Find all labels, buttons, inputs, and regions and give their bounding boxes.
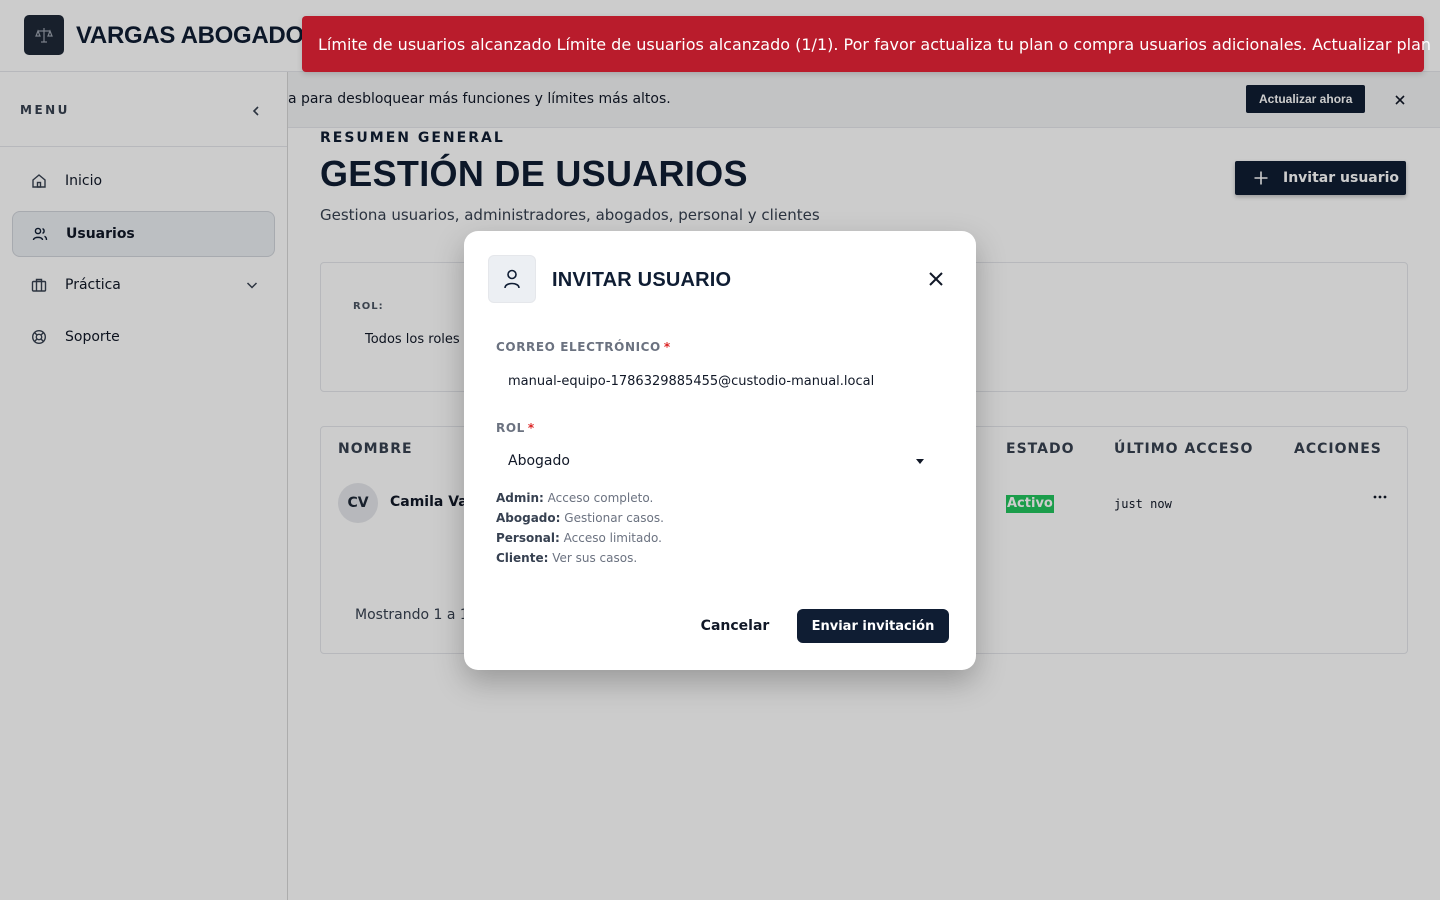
role-help-role: Personal: bbox=[496, 531, 560, 545]
email-field[interactable] bbox=[496, 367, 944, 395]
role-help-item: Personal: Acceso limitado. bbox=[496, 528, 664, 548]
cancel-button[interactable]: Cancelar bbox=[696, 609, 774, 643]
email-label-text: CORREO ELECTRÓNICO bbox=[496, 340, 661, 354]
role-help-desc: Ver sus casos. bbox=[552, 551, 638, 565]
role-select-value: Abogado bbox=[508, 453, 570, 469]
role-help-desc: Acceso completo. bbox=[547, 491, 654, 505]
role-select[interactable]: Abogado bbox=[496, 447, 944, 475]
close-icon[interactable] bbox=[924, 267, 948, 291]
email-label: CORREO ELECTRÓNICO * bbox=[496, 340, 671, 354]
caret-down-icon bbox=[916, 459, 924, 464]
role-help-item: Cliente: Ver sus casos. bbox=[496, 548, 664, 568]
role-label-text: ROL bbox=[496, 421, 525, 435]
role-help-item: Abogado: Gestionar casos. bbox=[496, 508, 664, 528]
role-help-role: Admin: bbox=[496, 491, 544, 505]
error-banner[interactable]: Límite de usuarios alcanzado Límite de u… bbox=[302, 16, 1431, 72]
user-icon bbox=[488, 255, 536, 303]
required-mark: * bbox=[527, 421, 535, 435]
role-help-item: Admin: Acceso completo. bbox=[496, 488, 664, 508]
send-invitation-button[interactable]: Enviar invitación bbox=[797, 609, 949, 643]
required-mark: * bbox=[663, 340, 671, 354]
role-label: ROL * bbox=[496, 421, 535, 435]
invite-user-modal: INVITAR USUARIO CORREO ELECTRÓNICO* ROL*… bbox=[464, 231, 976, 670]
modal-title: INVITAR USUARIO bbox=[552, 269, 732, 291]
role-help-role: Cliente: bbox=[496, 551, 549, 565]
role-help-desc: Acceso limitado. bbox=[563, 531, 662, 545]
role-help-role: Abogado: bbox=[496, 511, 561, 525]
role-help-desc: Gestionar casos. bbox=[564, 511, 664, 525]
role-help: Admin: Acceso completo. Abogado: Gestion… bbox=[496, 488, 664, 568]
